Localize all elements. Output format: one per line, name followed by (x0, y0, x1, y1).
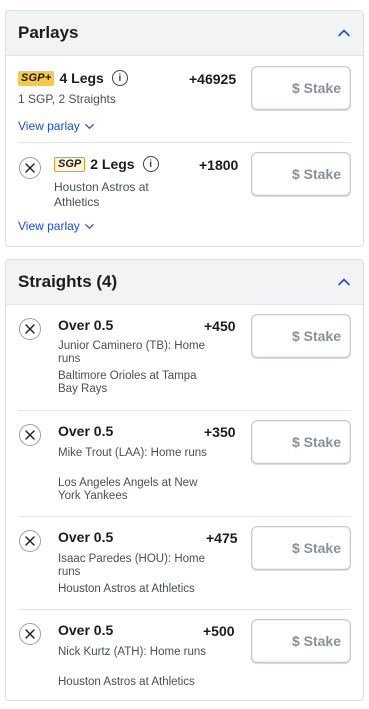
selection-market: Junior Caminero (TB): Home runs (58, 340, 205, 365)
selection-title: Over 0.5 (58, 317, 114, 333)
chevron-down-icon (85, 123, 94, 129)
parlay-legs-row: SGP+ 4 Legs i (18, 70, 128, 86)
view-parlay-link[interactable]: View parlay (18, 119, 95, 133)
info-icon[interactable]: i (111, 70, 128, 86)
straights-header[interactable]: Straights (4) (6, 260, 363, 305)
stake-placeholder: $ Stake (291, 328, 341, 344)
parlays-section: Parlays SGP+ 4 Legs i 1 SGP, 2 Straights… (5, 10, 364, 247)
view-parlay-link[interactable]: View parlay (18, 219, 95, 233)
stake-placeholder: $ Stake (291, 434, 341, 450)
selection-title: Over 0.5 (58, 423, 114, 439)
stake-placeholder: $ Stake (291, 166, 341, 182)
selection-title: Over 0.5 (58, 529, 114, 545)
selection-market: Nick Kurtz (ATH): Home runs (58, 646, 207, 658)
parlay-legs-count: 2 Legs (90, 156, 135, 172)
parlay-item: SGP+ 4 Legs i 1 SGP, 2 Straights +46925 … (6, 56, 363, 142)
parlays-title: Parlays (18, 23, 79, 42)
parlay-odds: +1800 (199, 157, 239, 173)
parlay-legs-count: 4 Legs (59, 70, 104, 86)
straight-bet: Over 0.5 Junior Caminero (TB): Home runs… (6, 305, 363, 410)
selection-event: Houston Astros at Athletics (58, 676, 195, 688)
parlay-event: Houston Astros at Athletics (54, 180, 149, 209)
stake-placeholder: $ Stake (291, 540, 341, 556)
chevron-up-icon[interactable] (336, 274, 352, 290)
selection-odds: +475 (206, 530, 238, 546)
selection-event: Los Angeles Angels at New York Yankees (58, 477, 198, 502)
info-icon[interactable]: i (142, 156, 159, 172)
chevron-up-icon[interactable] (336, 25, 352, 41)
selection-odds: +500 (203, 623, 235, 639)
straight-bet: Over 0.5 Nick Kurtz (ATH): Home runs Hou… (6, 609, 363, 700)
stake-input[interactable]: $ Stake (251, 66, 351, 110)
selection-event: Baltimore Orioles at Tampa Bay Rays (58, 370, 197, 395)
selection-market: Mike Trout (LAA): Home runs (58, 447, 207, 459)
view-parlay-label: View parlay (18, 119, 80, 133)
straights-title: Straights (4) (18, 272, 118, 291)
stake-input[interactable]: $ Stake (251, 619, 351, 663)
remove-bet-button[interactable] (19, 623, 41, 645)
selection-title: Over 0.5 (58, 622, 114, 638)
close-icon (25, 629, 35, 639)
stake-input[interactable]: $ Stake (251, 314, 351, 358)
selection-odds: +350 (204, 424, 236, 440)
stake-placeholder: $ Stake (291, 633, 341, 649)
remove-bet-button[interactable] (19, 530, 41, 552)
parlay-description: 1 SGP, 2 Straights (18, 92, 116, 106)
parlay-legs-row: SGP 2 Legs i (54, 156, 159, 172)
remove-bet-button[interactable] (19, 318, 41, 340)
selection-event: Houston Astros at Athletics (58, 583, 195, 595)
stake-input[interactable]: $ Stake (251, 420, 351, 464)
remove-bet-button[interactable] (19, 424, 41, 446)
close-icon (25, 163, 35, 173)
chevron-down-icon (85, 223, 94, 229)
parlay-odds: +46925 (189, 71, 237, 87)
close-icon (25, 430, 35, 440)
straight-bet: Over 0.5 Isaac Paredes (HOU): Home runs … (6, 516, 363, 609)
stake-placeholder: $ Stake (291, 80, 341, 96)
straights-section: Straights (4) Over 0.5 Junior Caminero (… (5, 259, 364, 701)
remove-bet-button[interactable] (19, 157, 41, 179)
sgp-plus-badge: SGP+ (18, 70, 55, 86)
close-icon (25, 324, 35, 334)
stake-input[interactable]: $ Stake (251, 526, 351, 570)
selection-market: Isaac Paredes (HOU): Home runs (58, 553, 205, 578)
selection-odds: +450 (204, 318, 236, 334)
close-icon (25, 536, 35, 546)
view-parlay-label: View parlay (18, 219, 80, 233)
stake-input[interactable]: $ Stake (251, 152, 351, 196)
parlay-item: SGP 2 Legs i Houston Astros at Athletics… (6, 142, 363, 246)
straight-bet: Over 0.5 Mike Trout (LAA): Home runs Los… (6, 410, 363, 516)
parlays-header[interactable]: Parlays (6, 11, 363, 56)
sgp-badge: SGP (54, 156, 86, 172)
